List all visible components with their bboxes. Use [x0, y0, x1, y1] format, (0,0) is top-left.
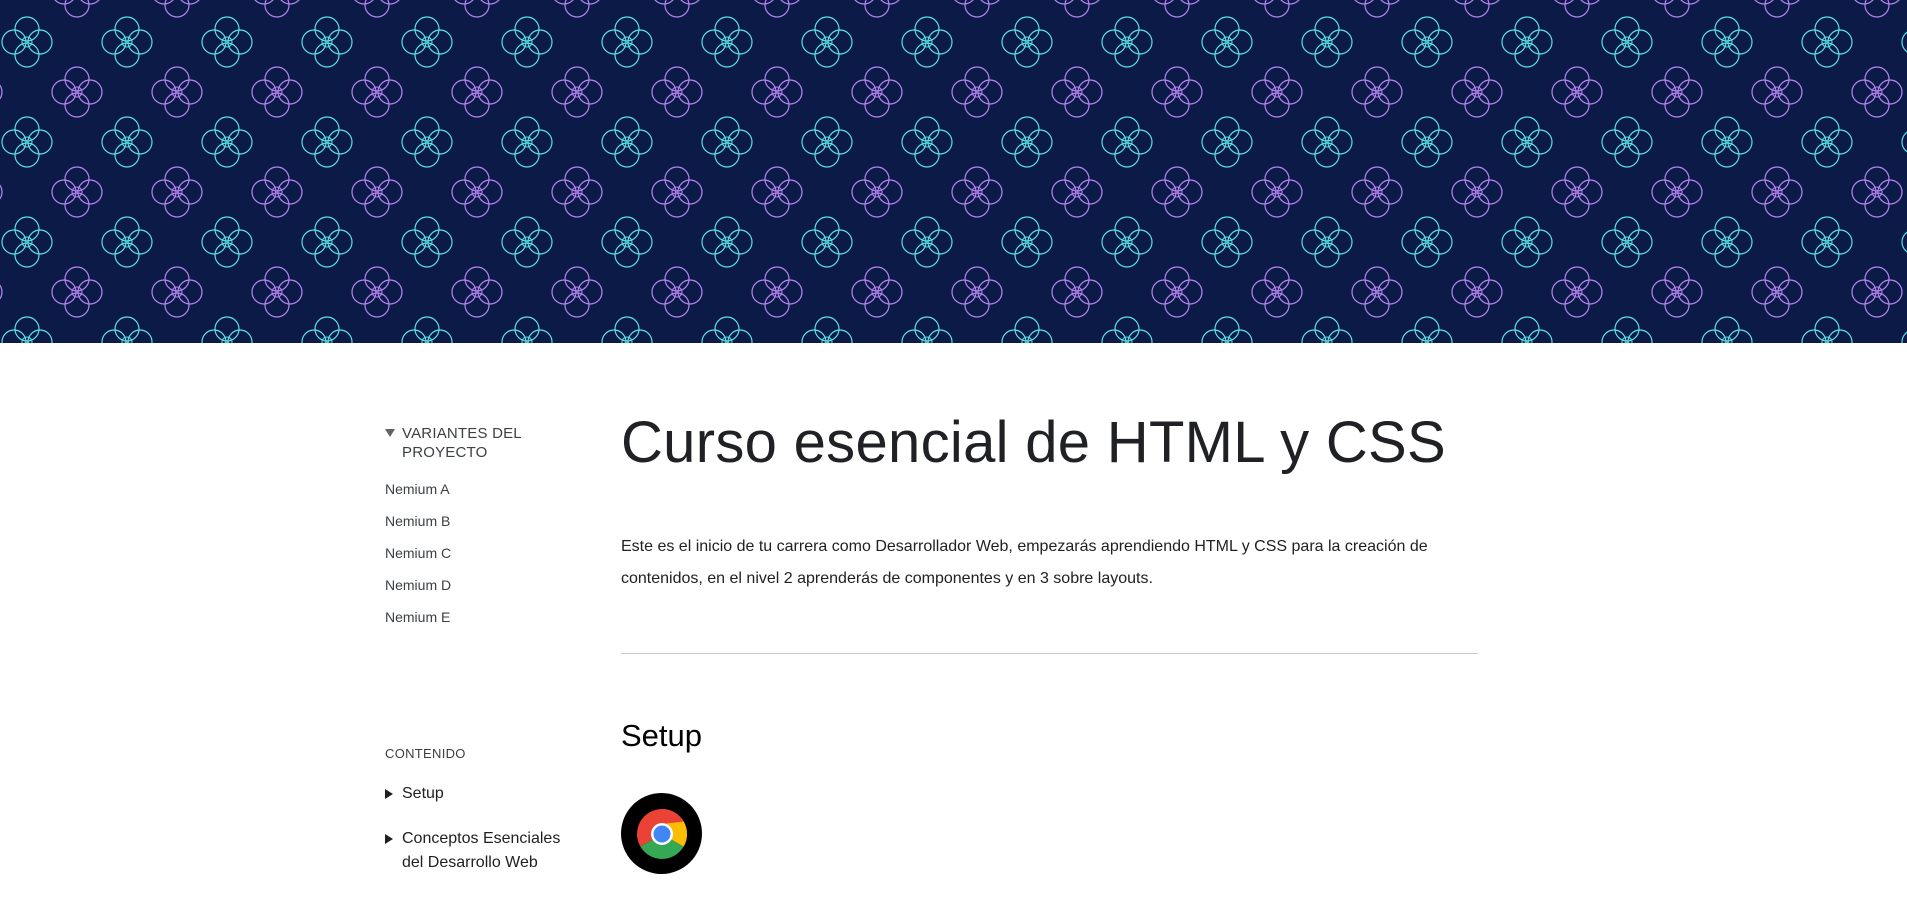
variant-item-nemium-d[interactable]: Nemium D: [385, 577, 575, 609]
variant-item-nemium-c[interactable]: Nemium C: [385, 545, 575, 577]
chrome-icon: [636, 808, 687, 859]
variants-toggle[interactable]: VARIANTES DEL PROYECTO: [385, 424, 575, 462]
chrome-badge: [621, 793, 702, 874]
intro-text: Este es el inicio de tu carrera como Des…: [621, 538, 1428, 587]
toc-item-setup[interactable]: Setup: [385, 782, 575, 806]
variant-item-nemium-a[interactable]: Nemium A: [385, 481, 575, 513]
toc-item-label: Conceptos Esenciales del Desarrollo Web: [402, 830, 561, 871]
hero-banner: [0, 0, 1907, 343]
caret-right-icon: [385, 834, 393, 844]
main-content: Curso esencial de HTML y CSS Este es el …: [621, 405, 1478, 874]
caret-down-icon: [385, 429, 395, 437]
divider: [621, 653, 1478, 654]
variant-item-nemium-b[interactable]: Nemium B: [385, 513, 575, 545]
caret-right-icon: [385, 789, 393, 799]
sidebar: VARIANTES DEL PROYECTO Nemium A Nemium B…: [385, 424, 575, 871]
toc-item-conceptos[interactable]: Conceptos Esenciales del Desarrollo Web: [385, 827, 575, 875]
variant-item-nemium-e[interactable]: Nemium E: [385, 609, 575, 641]
variants-list: Nemium A Nemium B Nemium C Nemium D Nemi…: [385, 481, 575, 641]
toc-title: CONTENIDO: [385, 746, 466, 761]
section-title-setup: Setup: [621, 718, 703, 753]
variants-title: VARIANTES DEL PROYECTO: [402, 425, 522, 461]
page-title: Curso esencial de HTML y CSS: [621, 410, 1446, 475]
toc-item-label: Setup: [402, 785, 444, 802]
hero-pattern: [0, 0, 1907, 343]
toc-list: Setup Conceptos Esenciales del Desarroll…: [385, 782, 575, 896]
